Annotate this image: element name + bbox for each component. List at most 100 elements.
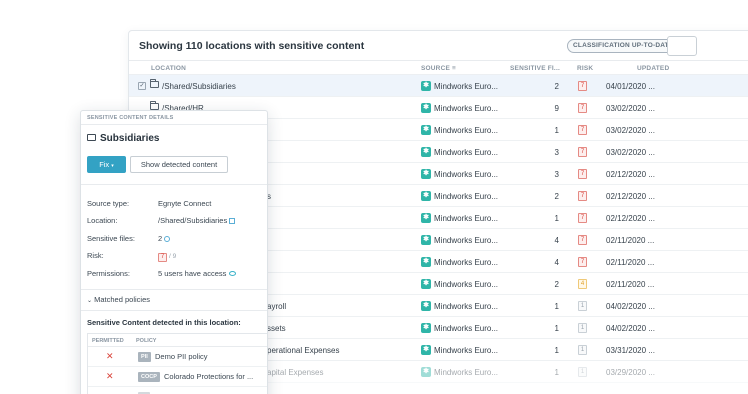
col-policy: POLICY — [136, 338, 157, 344]
permissions-label: Permissions: — [87, 269, 130, 278]
risk-value: 7/ 9 — [158, 251, 176, 262]
sensitive-files-cell: 1 — [554, 346, 559, 355]
classification-badge: CLASSIFICATION UP-TO-DATE — [567, 39, 680, 53]
source-cell: Mindworks Euro... — [434, 82, 499, 91]
updated-cell: 03/29/2020 ... — [606, 368, 655, 377]
source-cell: Mindworks Euro... — [434, 236, 499, 245]
source-cell: Mindworks Euro... — [434, 104, 499, 113]
egnyte-source-icon: ✱ — [421, 257, 431, 267]
egnyte-source-icon: ✱ — [421, 367, 431, 377]
egnyte-source-icon: ✱ — [421, 147, 431, 157]
column-headers: LOCATION SOURCE ≡ SENSITIVE FI... RISK U… — [129, 61, 748, 75]
egnyte-source-icon: ✱ — [421, 81, 431, 91]
location-value[interactable]: /Shared/Subsidiaries — [158, 216, 236, 225]
egnyte-source-icon: ✱ — [421, 125, 431, 135]
risk-badge: 7 — [578, 213, 587, 223]
policy-tag: PII — [138, 352, 151, 362]
risk-badge: 1 — [578, 367, 587, 377]
info-icon[interactable] — [164, 236, 171, 242]
col-sensitive-files[interactable]: SENSITIVE FI... — [510, 65, 560, 72]
risk-badge: 7 — [578, 81, 587, 91]
table-row[interactable]: ✓ /Shared/Subsidiaries ✱ Mindworks Euro... 2… — [129, 75, 748, 97]
sensitive-files-cell: 1 — [554, 126, 559, 135]
sensitive-files-cell: 2 — [554, 280, 559, 289]
policy-row[interactable]: ✕ PII Demo PII policy — [88, 347, 267, 367]
updated-cell: 02/12/2020 ... — [606, 192, 655, 201]
chevron-down-icon: ⌄ — [87, 298, 93, 304]
eye-icon[interactable] — [229, 271, 237, 276]
risk-badge: 7 — [578, 169, 587, 179]
egnyte-source-icon: ✱ — [421, 191, 431, 201]
updated-cell: 03/02/2020 ... — [606, 104, 655, 113]
source-cell: Mindworks Euro... — [434, 280, 499, 289]
risk-label: Risk: — [87, 251, 104, 260]
source-cell: Mindworks Euro... — [434, 170, 499, 179]
risk-badge: 7 — [578, 257, 587, 267]
folder-icon — [87, 134, 96, 141]
risk-badge: 7 — [158, 253, 167, 262]
source-cell: Mindworks Euro... — [434, 192, 499, 201]
policies-header: PERMITTED POLICY — [88, 334, 267, 347]
folder-icon — [150, 101, 159, 110]
egnyte-source-icon: ✱ — [421, 169, 431, 179]
updated-cell: 03/02/2020 ... — [606, 148, 655, 157]
sensitive-files-cell: 1 — [554, 214, 559, 223]
updated-cell: 03/02/2020 ... — [606, 126, 655, 135]
source-cell: Mindworks Euro... — [434, 302, 499, 311]
panel-title: Showing 110 locations with sensitive con… — [139, 39, 365, 52]
location-cell[interactable]: /Shared/Subsidiaries — [162, 82, 236, 91]
egnyte-source-icon: ✱ — [421, 279, 431, 289]
show-detected-content-button[interactable]: Show detected content — [130, 156, 228, 173]
risk-badge: 1 — [578, 323, 587, 333]
location-cell[interactable]: ayroll — [267, 302, 286, 311]
source-cell: Mindworks Euro... — [434, 148, 499, 157]
col-updated[interactable]: UPDATED — [637, 65, 669, 72]
sensitive-files-cell: 2 — [554, 82, 559, 91]
risk-badge: 7 — [578, 147, 587, 157]
updated-cell: 02/11/2020 ... — [606, 258, 655, 267]
filter-icon[interactable]: ≡ — [452, 65, 456, 72]
sensitive-content-details-popup: SENSITIVE CONTENT DETAILS Subsidiaries F… — [80, 110, 268, 394]
risk-badge: 7 — [578, 191, 587, 201]
col-source[interactable]: SOURCE ≡ — [421, 65, 456, 72]
egnyte-source-icon: ✱ — [421, 213, 431, 223]
policies-table: PERMITTED POLICY ✕ PII Demo PII policy ✕… — [87, 333, 267, 394]
not-permitted-icon: ✕ — [106, 351, 114, 361]
location-cell[interactable]: ssets — [267, 324, 286, 333]
egnyte-source-icon: ✱ — [421, 345, 431, 355]
matched-policies-toggle[interactable]: ⌄ Matched policies — [87, 295, 150, 304]
source-cell: Mindworks Euro... — [434, 126, 499, 135]
header-action-button[interactable] — [667, 36, 697, 56]
permissions-value[interactable]: 5 users have access — [158, 269, 237, 278]
source-type-label: Source type: — [87, 199, 130, 208]
policy-name: Colorado Protections for ... — [164, 372, 254, 381]
location-cell[interactable]: apital Expenses — [267, 368, 323, 377]
updated-cell: 04/02/2020 ... — [606, 324, 655, 333]
col-permitted: PERMITTED — [92, 338, 124, 344]
risk-badge: 1 — [578, 301, 587, 311]
external-link-icon[interactable] — [229, 218, 236, 224]
policy-row[interactable] — [88, 387, 267, 394]
row-checkbox[interactable]: ✓ — [138, 82, 146, 90]
fix-button[interactable]: Fix ▾ — [87, 156, 126, 173]
updated-cell: 02/12/2020 ... — [606, 214, 655, 223]
detail-header: SENSITIVE CONTENT DETAILS — [81, 111, 267, 125]
sensitive-files-cell: 4 — [554, 236, 559, 245]
source-cell: Mindworks Euro... — [434, 346, 499, 355]
policy-row[interactable]: ✕ COCP Colorado Protections for ... — [88, 367, 267, 387]
col-risk[interactable]: RISK — [577, 65, 593, 72]
source-cell: Mindworks Euro... — [434, 258, 499, 267]
location-cell[interactable]: perational Expenses — [267, 346, 340, 355]
folder-icon — [150, 79, 159, 88]
sensitive-files-cell: 9 — [554, 104, 559, 113]
sensitive-files-cell: 1 — [554, 302, 559, 311]
risk-badge: 7 — [578, 125, 587, 135]
egnyte-source-icon: ✱ — [421, 235, 431, 245]
egnyte-source-icon: ✱ — [421, 103, 431, 113]
source-cell: Mindworks Euro... — [434, 324, 499, 333]
updated-cell: 04/02/2020 ... — [606, 302, 655, 311]
col-location[interactable]: LOCATION — [151, 65, 186, 72]
chevron-down-icon: ▾ — [111, 163, 114, 169]
updated-cell: 02/12/2020 ... — [606, 170, 655, 179]
sensitive-files-cell: 3 — [554, 148, 559, 157]
